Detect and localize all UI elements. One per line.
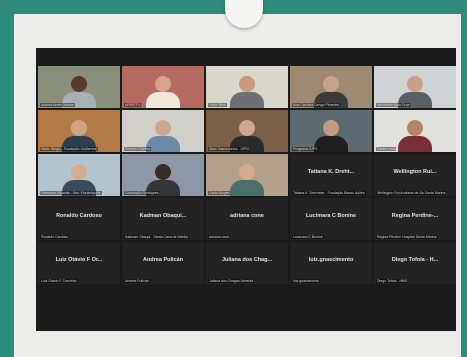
participant-display-name: Diego Tofoia - H...: [391, 257, 439, 263]
participant-name-label: Alexandre Brito Cruz: [376, 103, 411, 107]
participant-name-label: Programa IUPS: [292, 147, 319, 151]
participant-tile[interactable]: Andrea Aneth Marina: [38, 66, 120, 108]
participant-display-name: Juliana dos Chag...: [221, 257, 273, 263]
participant-name-label: Diego Tofoia - HMS: [376, 279, 409, 283]
participant-name-label: Fabio Bruti: [208, 103, 227, 107]
participant-grid: Andrea Aneth Marina ARRIETA Fabio Bruti Ana…: [38, 66, 456, 328]
participant-tile[interactable]: Luiz Otávio F Or... Luiz Otávio F Cravinh…: [38, 242, 120, 284]
participant-name-label: Wellington Rui Andrade de Sá Santa Marin…: [376, 191, 447, 195]
participant-head: [407, 76, 423, 92]
participant-head: [71, 120, 87, 136]
participant-body: [398, 136, 432, 152]
participant-head: [239, 120, 255, 136]
participant-tile[interactable]: Ana Carolina Dengo Pimentel: [290, 66, 372, 108]
participant-display-name: Tatiana K. Dreht...: [307, 169, 355, 175]
participant-name-label: Luiz Otávio F Cravinho: [40, 279, 78, 283]
meeting-screen: Andrea Aneth Marina ARRIETA Fabio Bruti Ana…: [36, 48, 456, 331]
participant-head: [155, 76, 171, 92]
participant-tile[interactable]: Carla Borges: [206, 154, 288, 196]
participant-name-label: Allan Vasconcelos - UFRJ: [208, 147, 251, 151]
participant-tile[interactable]: Conceição Rodrigues: [122, 154, 204, 196]
participant-head: [155, 164, 171, 180]
participant-name-label: Roberto Oliveira: [124, 147, 152, 151]
participant-tile[interactable]: Daniel Lima: [374, 110, 456, 152]
participant-tile[interactable]: Andrea Pulicán Andrea Pulicán: [122, 242, 204, 284]
participant-tile[interactable]: Programa IUPS: [290, 110, 372, 152]
participant-tile[interactable]: Juliana dos Chag... Juliana dos Chagas Al…: [206, 242, 288, 284]
participant-name-label: Daniel Lima: [376, 147, 397, 151]
participant-display-name: Andrea Pulicán: [142, 257, 184, 263]
participant-head: [71, 76, 87, 92]
participant-tile[interactable]: Lucimara C Bonine Lucimara C Bonine: [290, 198, 372, 240]
participant-display-name: adriana cone: [230, 213, 264, 219]
participant-display-name: Ronaldo Cardoso: [56, 213, 102, 219]
participant-name-label: Carla Borges: [208, 191, 231, 195]
participant-name-label: ARRIETA: [124, 103, 141, 107]
participant-name-label: Ana Carolina Dengo Pimentel: [292, 103, 341, 107]
participant-head: [239, 164, 255, 180]
participant-tile[interactable]: Wellington Rui... Wellington Rui Andrade …: [374, 154, 456, 196]
participant-body: [230, 180, 264, 196]
participant-head: [407, 120, 423, 136]
participant-display-name: Luiz Otávio F Or...: [55, 257, 103, 263]
participant-tile[interactable]: Diego Tofoia - H... Diego Tofoia - HMS: [374, 242, 456, 284]
participant-tile[interactable]: Alexandre Brito Cruz: [374, 66, 456, 108]
participant-tile[interactable]: Regina Perdine-... Regina Perdine Hospita…: [374, 198, 456, 240]
participant-tile[interactable]: adriana cone adriana cone: [206, 198, 288, 240]
participant-tile[interactable]: Fabio Bruti: [206, 66, 288, 108]
participant-name-label: luiz.gnascimento: [292, 279, 321, 283]
participant-tile[interactable]: Tatiana K. Dreht... Tatiana K. Drechsler …: [290, 154, 372, 196]
participant-tile[interactable]: Allan Vasconcelos - UFRJ: [206, 110, 288, 152]
participant-name-label: Fernanda Miranda - Sec. Florianópolis: [40, 191, 102, 195]
participant-tile[interactable]: Kadman Obaqui... Kadman Obaqui - Santa Ca…: [122, 198, 204, 240]
participant-tile[interactable]: luiz.gnascimento luiz.gnascimento: [290, 242, 372, 284]
participant-head: [155, 120, 171, 136]
participant-display-name: Wellington Rui...: [393, 169, 437, 175]
participant-head: [239, 76, 255, 92]
participant-name-label: Conceição Rodrigues: [124, 191, 160, 195]
participant-body: [314, 136, 348, 152]
participant-display-name: Lucimara C Bonine: [305, 213, 357, 219]
participant-name-label: Regina Perdine Hospital Santa Marina: [376, 235, 438, 239]
participant-name-label: Kadman Obaqui - Santa Casa de Marília: [124, 235, 190, 239]
participant-display-name: luiz.gnascimento: [308, 257, 354, 263]
participant-head: [323, 76, 339, 92]
participant-display-name: Regina Perdine-...: [391, 213, 439, 219]
participant-name-label: Andrea Pulicán: [124, 279, 150, 283]
participant-name-label: Tatiana K. Drechsler - Fundação Banco Aç…: [292, 191, 366, 195]
participant-body: [146, 92, 180, 108]
participant-display-name: Kadman Obaqui...: [139, 213, 187, 219]
participant-name-label: Andrea Aneth Marina: [40, 103, 75, 107]
participant-name-label: Juliana dos Chagas Almeida: [208, 279, 255, 283]
participant-tile[interactable]: Mario Sérgio - Fundação Guilherme: [38, 110, 120, 152]
participant-head: [323, 120, 339, 136]
participant-name-label: adriana cone: [208, 235, 231, 239]
participant-tile[interactable]: Ronaldo Cardoso Ronaldo Cardoso: [38, 198, 120, 240]
participant-tile[interactable]: ARRIETA: [122, 66, 204, 108]
participant-name-label: Lucimara C Bonine: [292, 235, 324, 239]
participant-tile[interactable]: Roberto Oliveira: [122, 110, 204, 152]
participant-name-label: Ronaldo Cardoso: [40, 235, 70, 239]
participant-name-label: Mario Sérgio - Fundação Guilherme: [40, 147, 98, 151]
participant-head: [71, 164, 87, 180]
participant-body: [230, 92, 264, 108]
participant-tile[interactable]: Fernanda Miranda - Sec. Florianópolis: [38, 154, 120, 196]
